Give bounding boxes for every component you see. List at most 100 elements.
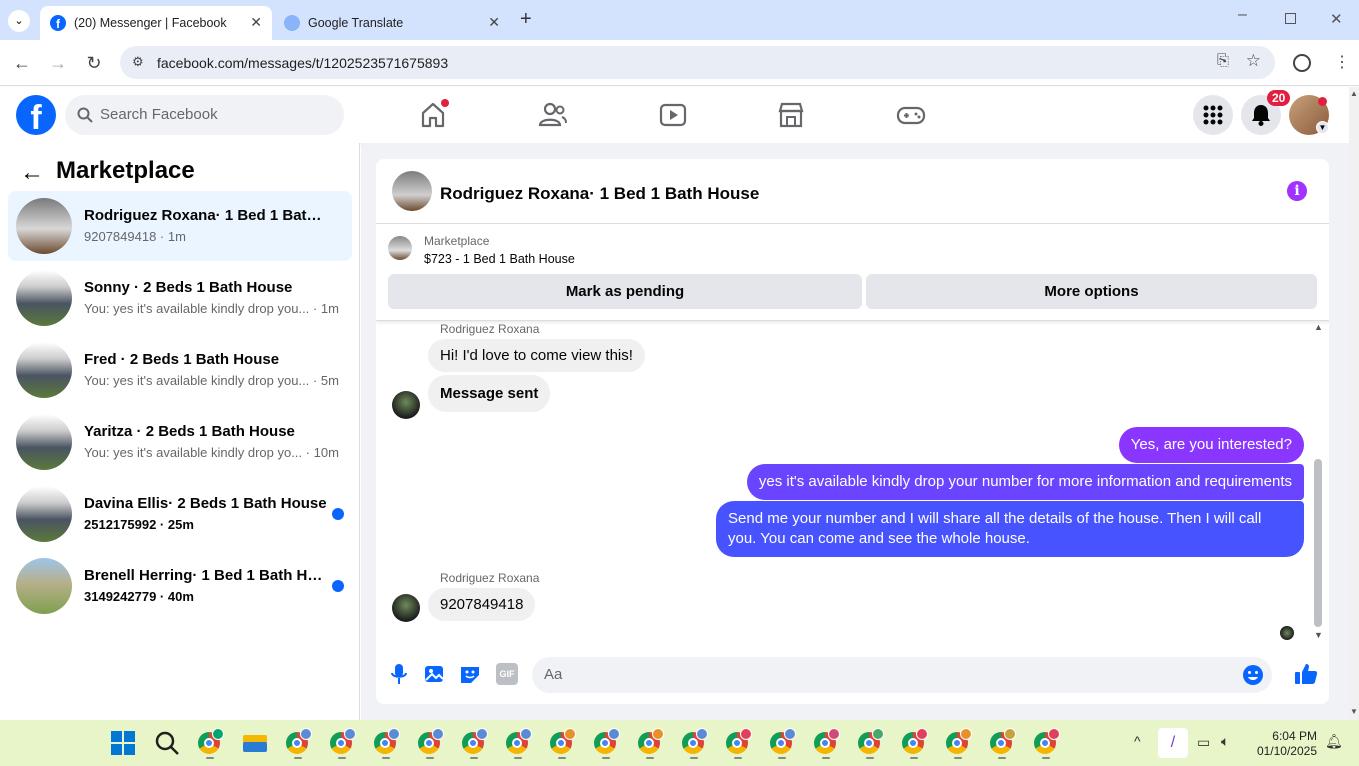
chrome-profile-icon[interactable] [460,728,490,759]
chrome-profile-icon[interactable] [636,728,666,759]
chrome-profile-icon[interactable] [504,728,534,759]
chrome-profile-icon[interactable] [680,728,710,759]
search-input[interactable]: Search Facebook [65,95,344,135]
clock-date: 01/10/2025 [1256,744,1317,758]
conversation-item[interactable]: Davina Ellis· 2 Beds 1 Bath House 2512175… [8,479,352,549]
listing-thumbnail[interactable] [388,236,412,260]
bell-icon [1252,105,1270,126]
chrome-profile-icon[interactable] [768,728,798,759]
facebook-logo-icon[interactable]: f [16,95,56,135]
message-bubble[interactable]: Hi! I'd love to come view this! [428,339,645,372]
profile-icon[interactable] [1293,54,1311,72]
message-input[interactable]: Aa [532,657,1272,693]
message-bubble-sent[interactable]: Send me your number and I will share all… [716,501,1304,557]
forward-arrow-icon[interactable]: → [45,50,71,76]
more-options-button[interactable]: More options [866,274,1317,309]
mark-as-pending-button[interactable]: Mark as pending [388,274,862,309]
back-arrow-icon[interactable]: ← [9,50,35,76]
home-icon[interactable] [417,99,449,131]
show-hidden-icons-icon[interactable]: ^ [1134,733,1141,749]
restore-window-icon[interactable] [1285,13,1296,24]
message-bubble[interactable]: 9207849418 [428,588,536,621]
notification-bell-icon[interactable]: 🔔︎ [1325,733,1343,750]
chrome-profile-icon[interactable] [988,728,1018,759]
clock-time: 6:04 PM [1272,729,1317,743]
chrome-profile-icon[interactable] [372,728,402,759]
site-info-icon[interactable]: ⚙ [132,54,144,70]
microphone-icon[interactable] [388,663,410,685]
search-icon [77,107,93,123]
chrome-profile-icon[interactable] [724,728,754,759]
conversation-item[interactable]: Rodriguez Roxana· 1 Bed 1 Bath H... 92078… [8,191,352,261]
windows-start-icon[interactable] [108,728,138,758]
gif-icon[interactable]: GIF [496,663,518,685]
conversation-avatar [16,198,72,254]
video-icon[interactable] [657,99,689,131]
chrome-profile-icon[interactable] [592,728,622,759]
scroll-down-arrow-icon[interactable]: ▼ [1314,630,1323,640]
tab-google-translate[interactable]: Google Translate ✕ [274,6,510,40]
message-bubble-sent[interactable]: yes it's available kindly drop your numb… [746,464,1304,500]
tab-messenger[interactable]: f (20) Messenger | Facebook ✕ [40,6,272,40]
back-arrow-icon[interactable]: ← [20,159,44,187]
sticker-icon[interactable] [459,663,481,685]
scroll-up-arrow-icon[interactable]: ▲ [1314,322,1323,332]
minimize-window-icon[interactable]: – [1238,6,1247,24]
conversation-preview: You: yes it's available kindly drop you.… [84,373,339,388]
address-bar[interactable]: ⚙ facebook.com/messages/t/12025235716758… [120,46,1275,79]
install-app-icon[interactable]: ⎘ [1217,52,1229,69]
page-scroll-down-icon[interactable]: ▼ [1350,707,1358,716]
chrome-profile-icon[interactable] [284,728,314,759]
chrome-profile-icon[interactable] [900,728,930,759]
close-tab-icon[interactable]: ✕ [488,14,500,31]
message-bubble[interactable]: Message sent [428,375,551,412]
like-thumb-icon[interactable] [1294,662,1318,686]
chrome-profile-icon[interactable] [196,728,226,759]
gaming-icon[interactable] [895,99,927,131]
chat-header: Rodriguez Roxana· 1 Bed 1 Bath House i [376,159,1329,224]
chat-scrollbar-thumb[interactable] [1314,459,1322,627]
close-tab-icon[interactable]: ✕ [250,14,262,31]
url-text: facebook.com/messages/t/1202523571675893 [157,55,449,71]
pen-menu-icon[interactable]: / [1158,728,1188,758]
sender-avatar[interactable] [392,391,420,419]
message-bubble-sent[interactable]: Yes, are you interested? [1118,427,1304,463]
volume-icon[interactable]: 🔈︎ [1221,733,1229,750]
chrome-profile-icon[interactable] [856,728,886,759]
listing-price[interactable]: $723 - 1 Bed 1 Bath House [424,252,575,266]
page-scroll-up-icon[interactable]: ▲ [1350,89,1358,98]
info-icon[interactable]: i [1287,181,1307,201]
marketplace-icon[interactable] [775,99,807,131]
search-icon[interactable] [152,728,182,758]
network-icon[interactable]: ▭ [1197,734,1210,751]
conversation-item[interactable]: Yaritza · 2 Beds 1 Bath House You: yes it… [8,407,352,477]
chrome-profile-icon[interactable] [548,728,578,759]
menu-grid-button[interactable] [1193,95,1233,135]
tab-list-dropdown-icon[interactable]: ⌄ [8,10,30,32]
taskbar-clock[interactable]: 6:04 PM 01/10/2025 [1257,729,1317,759]
conversation-item[interactable]: Brenell Herring· 1 Bed 1 Bath Ho... 31492… [8,551,352,621]
page-scrollbar[interactable]: ▲ ▼ [1349,87,1359,720]
reload-icon[interactable]: ↻ [81,50,107,76]
conversation-item[interactable]: Sonny · 2 Beds 1 Bath House You: yes it's… [8,263,352,333]
chrome-profile-icon[interactable] [328,728,358,759]
close-window-icon[interactable]: ✕ [1330,10,1343,28]
chrome-profile-icon[interactable] [1032,728,1062,759]
bookmark-star-icon[interactable]: ☆ [1246,51,1261,71]
file-explorer-icon[interactable] [240,728,270,758]
new-tab-button[interactable]: + [520,8,532,31]
sender-avatar[interactable] [392,594,420,622]
facebook-header: f Search Facebook 20 ▼ [0,87,1359,143]
chrome-profile-icon[interactable] [812,728,842,759]
marketplace-listing-bar: Marketplace $723 - 1 Bed 1 Bath House Ma… [376,225,1329,321]
browser-menu-icon[interactable]: ⋮ [1334,52,1350,72]
conversation-item[interactable]: Fred · 2 Beds 1 Bath House You: yes it's … [8,335,352,405]
photo-icon[interactable] [423,663,445,685]
chat-avatar[interactable] [392,171,432,211]
account-chevron-icon[interactable]: ▼ [1316,121,1329,134]
emoji-icon[interactable] [1242,664,1264,686]
friends-icon[interactable] [537,99,569,131]
chrome-profile-icon[interactable] [944,728,974,759]
chrome-profile-icon[interactable] [416,728,446,759]
chat-title[interactable]: Rodriguez Roxana· 1 Bed 1 Bath House [440,184,759,204]
